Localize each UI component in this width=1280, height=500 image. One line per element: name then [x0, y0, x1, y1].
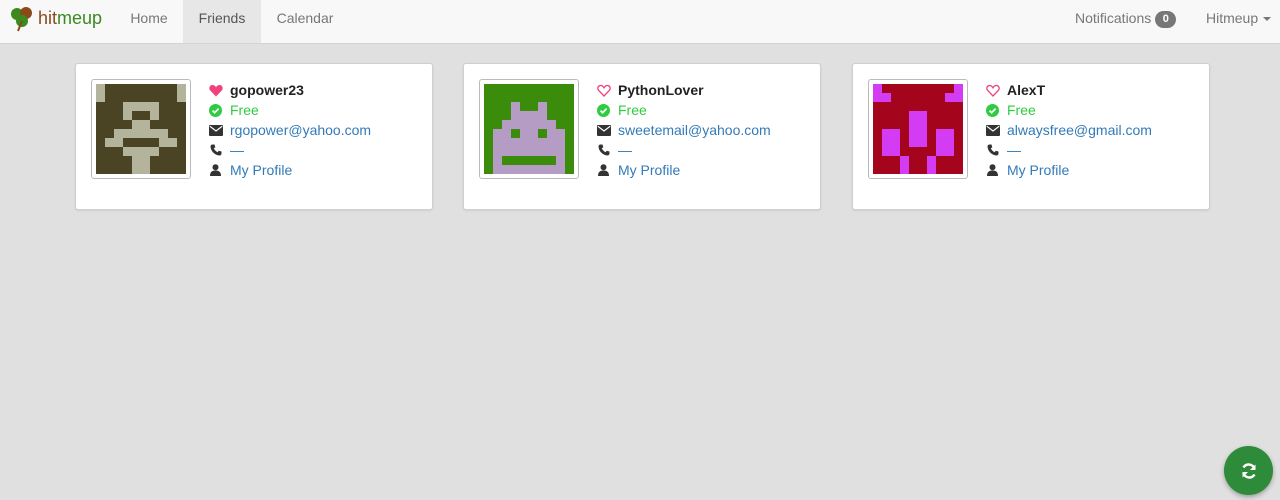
- friend-profile-link[interactable]: My Profile: [1007, 160, 1069, 180]
- heart-outline-icon[interactable]: [985, 83, 1000, 97]
- friend-info: gopower23 Free rgopower@yahoo.com — My P…: [208, 80, 371, 180]
- notifications-badge: 0: [1155, 11, 1177, 28]
- envelope-icon: [208, 123, 223, 137]
- friend-card: AlexT Free alwaysfree@gmail.com — My Pro…: [852, 63, 1210, 210]
- user-icon: [596, 163, 611, 177]
- friend-email-link[interactable]: alwaysfree@gmail.com: [1007, 120, 1152, 140]
- user-icon: [985, 163, 1000, 177]
- friend-status: Free: [230, 102, 259, 118]
- identicon-avatar-image: [873, 84, 963, 174]
- friend-profile-link[interactable]: My Profile: [618, 160, 680, 180]
- envelope-icon: [985, 123, 1000, 137]
- friend-phone-link[interactable]: —: [1007, 140, 1021, 160]
- refresh-icon: [1241, 462, 1256, 479]
- friend-profile-link[interactable]: My Profile: [230, 160, 292, 180]
- friend-email-link[interactable]: rgopower@yahoo.com: [230, 120, 371, 140]
- phone-icon: [985, 143, 1000, 157]
- brand-text-part1: hit: [38, 7, 58, 28]
- notifications-link[interactable]: Notifications 0: [1075, 0, 1177, 36]
- identicon-avatar-image: [96, 84, 186, 174]
- brand-text-part2: meup: [57, 7, 103, 28]
- avatar[interactable]: [91, 79, 191, 179]
- friend-card: gopower23 Free rgopower@yahoo.com — My P…: [75, 63, 433, 210]
- phone-icon: [596, 143, 611, 157]
- friend-email-link[interactable]: sweetemail@yahoo.com: [618, 120, 771, 140]
- notifications-label: Notifications: [1075, 10, 1152, 26]
- user-icon: [208, 163, 223, 177]
- friend-status: Free: [1007, 102, 1036, 118]
- friend-info: AlexT Free alwaysfree@gmail.com — My Pro…: [985, 80, 1152, 180]
- phone-icon: [208, 143, 223, 157]
- brand-logo-link[interactable]: hitmeup: [8, 0, 102, 36]
- user-menu-label: Hitmeup: [1206, 10, 1259, 26]
- friend-info: PythonLover Free sweetemail@yahoo.com — …: [596, 80, 771, 180]
- top-navbar: hitmeup Home Friends Calendar Notificati…: [0, 0, 1280, 44]
- avatar[interactable]: [479, 79, 579, 179]
- friend-status: Free: [618, 102, 647, 118]
- refresh-button[interactable]: [1224, 446, 1273, 495]
- heart-filled-icon[interactable]: [208, 83, 223, 97]
- avatar[interactable]: [868, 79, 968, 179]
- friend-card: PythonLover Free sweetemail@yahoo.com — …: [463, 63, 821, 210]
- friend-name: gopower23: [230, 82, 304, 98]
- envelope-icon: [596, 123, 611, 137]
- nav-home[interactable]: Home: [115, 0, 183, 43]
- friend-name: PythonLover: [618, 82, 704, 98]
- nav-calendar[interactable]: Calendar: [261, 0, 349, 43]
- friend-phone-link[interactable]: —: [618, 140, 632, 160]
- friend-phone-link[interactable]: —: [230, 140, 244, 160]
- caret-down-icon: [1263, 17, 1272, 22]
- clover-logo-icon: [11, 7, 32, 32]
- check-circle-icon: [985, 103, 1000, 117]
- nav-friends[interactable]: Friends: [183, 0, 261, 43]
- identicon-avatar-image: [484, 84, 574, 174]
- check-circle-icon: [208, 103, 223, 117]
- heart-outline-icon[interactable]: [596, 83, 611, 97]
- check-circle-icon: [596, 103, 611, 117]
- friend-name: AlexT: [1007, 82, 1046, 98]
- user-menu-dropdown[interactable]: Hitmeup: [1206, 0, 1272, 36]
